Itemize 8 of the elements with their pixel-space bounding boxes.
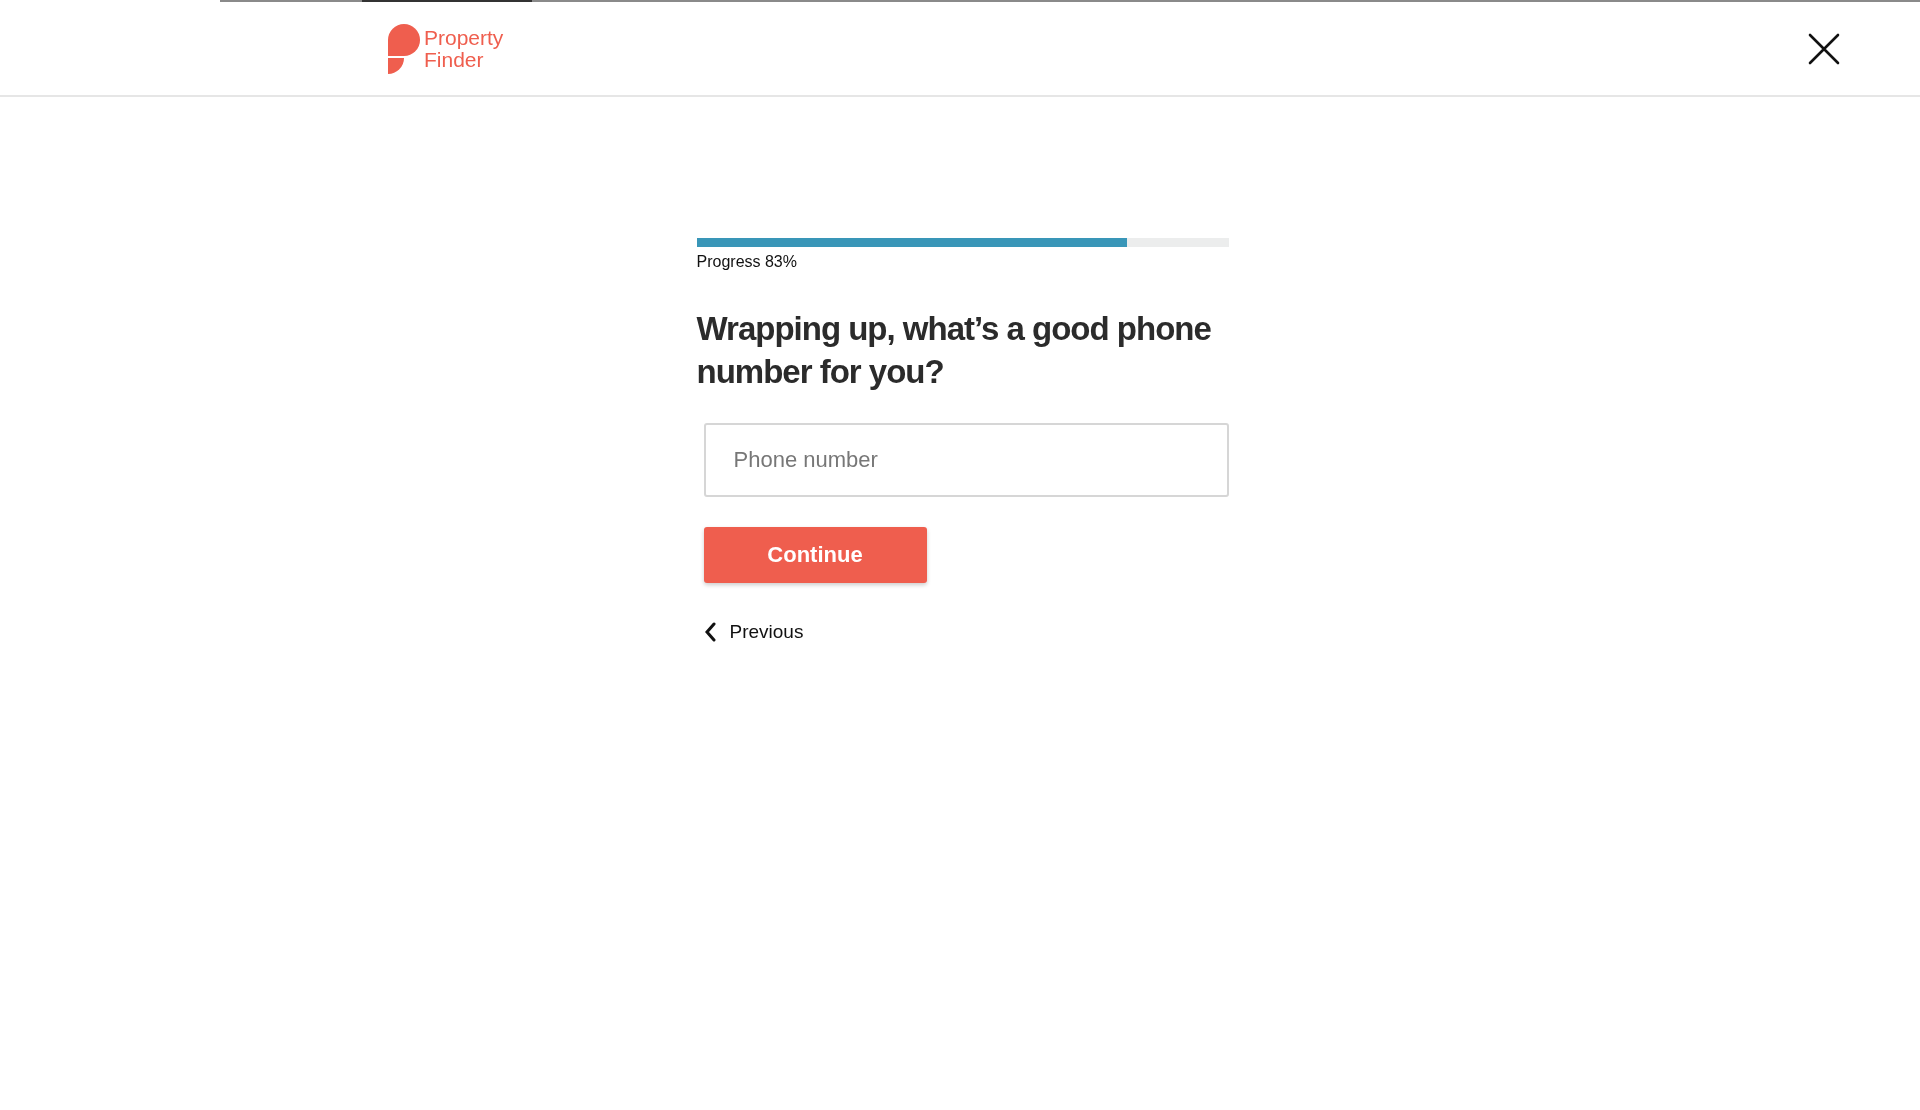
phone-field[interactable]: Phone number xyxy=(703,423,1229,497)
chevron-left-icon xyxy=(703,622,716,642)
logo-icon xyxy=(388,23,420,74)
close-icon[interactable] xyxy=(1808,32,1840,65)
previous-link[interactable]: Previous xyxy=(729,621,804,643)
progress-label: Progress 83% xyxy=(696,253,797,271)
question-heading: Wrapping up, what’s a good phone number for you? xyxy=(696,309,1212,392)
logo-text: Property Finder xyxy=(424,26,504,71)
